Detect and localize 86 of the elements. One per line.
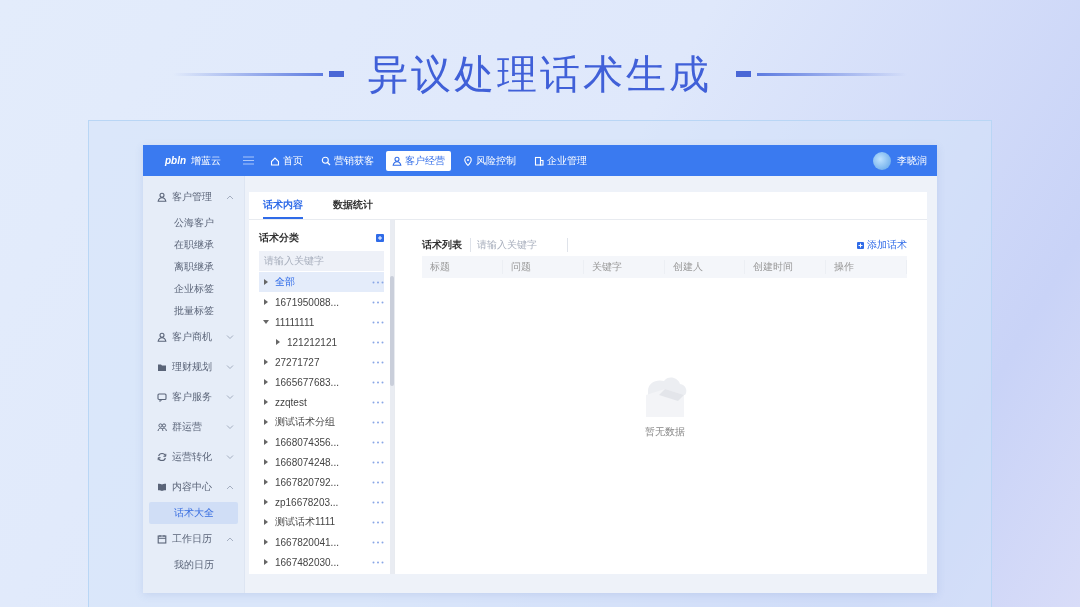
- nav-tab[interactable]: 首页: [264, 150, 310, 171]
- person-icon: [157, 192, 167, 202]
- tree-item[interactable]: 11111111: [259, 312, 384, 332]
- tree-item[interactable]: 121212121: [259, 332, 384, 352]
- tree-item[interactable]: 全部: [259, 272, 384, 292]
- sidebar-group[interactable]: 内容中心: [143, 472, 244, 502]
- search-icon: [321, 155, 332, 166]
- more-icon[interactable]: [372, 520, 384, 524]
- sidebar-group[interactable]: 客户商机: [143, 322, 244, 352]
- tree-item[interactable]: 测试话术分组: [259, 412, 384, 432]
- cycle-icon: [157, 452, 167, 462]
- nav-tab[interactable]: 企业管理: [528, 150, 594, 171]
- more-icon[interactable]: [372, 360, 384, 364]
- sidebar-item[interactable]: 离职继承: [149, 256, 238, 278]
- group-icon: [157, 422, 167, 432]
- slide-title: 异议处理话术生成: [368, 50, 712, 98]
- column-header: 操作: [826, 260, 907, 274]
- more-icon[interactable]: [372, 420, 384, 424]
- sidebar-group[interactable]: 客户服务: [143, 382, 244, 412]
- tab[interactable]: 话术内容: [263, 192, 303, 219]
- sidebar-item[interactable]: 公海客户: [149, 212, 238, 234]
- panel-title: 话术列表: [422, 238, 471, 252]
- sidebar-item[interactable]: 话术大全: [149, 502, 238, 524]
- add-icon[interactable]: [376, 234, 384, 242]
- scrollbar-thumb[interactable]: [390, 276, 394, 386]
- more-icon[interactable]: [372, 500, 384, 504]
- sidebar-group[interactable]: 理财规划: [143, 352, 244, 382]
- person-icon: [157, 332, 167, 342]
- more-icon[interactable]: [372, 340, 384, 344]
- tree-item[interactable]: 1668074248...: [259, 452, 384, 472]
- more-icon[interactable]: [372, 460, 384, 464]
- decorative-block: [736, 71, 751, 77]
- tree-item[interactable]: 1671950088...: [259, 292, 384, 312]
- column-header: 关键字: [583, 260, 665, 274]
- tree-item[interactable]: 1668074356...: [259, 432, 384, 452]
- column-header: 标题: [422, 260, 503, 274]
- calendar-icon: [157, 534, 167, 544]
- pin-icon: [463, 155, 474, 166]
- sidebar-group[interactable]: 运营转化: [143, 442, 244, 472]
- decorative-block: [329, 71, 344, 77]
- user-name: 李晓润: [897, 153, 927, 168]
- add-button[interactable]: 添加话术: [857, 238, 907, 252]
- brand-name: 增蓝云: [191, 153, 222, 168]
- more-icon[interactable]: [372, 480, 384, 484]
- more-icon[interactable]: [372, 320, 384, 324]
- avatar[interactable]: [873, 151, 891, 170]
- more-icon[interactable]: [372, 440, 384, 444]
- logo-text: pbln: [165, 155, 187, 166]
- folder-icon: [157, 362, 167, 372]
- person-icon: [392, 155, 403, 166]
- empty-text: 暂无数据: [644, 425, 685, 439]
- more-icon[interactable]: [372, 540, 384, 544]
- tree-item[interactable]: 1667820792...: [259, 472, 384, 492]
- sidebar-item[interactable]: 我的日历: [149, 554, 238, 576]
- tree-item[interactable]: 1667482030...: [259, 552, 384, 572]
- nav-tab[interactable]: 客户经营: [386, 150, 452, 171]
- tree-item[interactable]: zzqtest: [259, 392, 384, 412]
- tree-item[interactable]: zp16678203...: [259, 492, 384, 512]
- more-icon[interactable]: [372, 300, 384, 304]
- more-icon[interactable]: [372, 280, 384, 284]
- sidebar-group[interactable]: 群运营: [143, 412, 244, 442]
- nav-tab[interactable]: 风险控制: [457, 150, 523, 171]
- sidebar-item[interactable]: 批量标签: [149, 300, 238, 322]
- column-header: 问题: [502, 260, 584, 274]
- panel-title: 话术分类: [259, 231, 299, 245]
- sidebar-item[interactable]: 在职继承: [149, 234, 238, 256]
- nav-tab[interactable]: 营销获客: [315, 150, 381, 171]
- building-icon: [534, 155, 545, 166]
- menu-icon[interactable]: [243, 156, 255, 165]
- sidebar-item[interactable]: 企业标签: [149, 278, 238, 300]
- tree-item[interactable]: 1667820041...: [259, 532, 384, 552]
- book-icon: [157, 482, 167, 492]
- chat-icon: [157, 392, 167, 402]
- sidebar-group[interactable]: 工作日历: [143, 524, 244, 554]
- more-icon[interactable]: [372, 380, 384, 384]
- tree-item[interactable]: 27271727: [259, 352, 384, 372]
- tree-item[interactable]: 1665677683...: [259, 372, 384, 392]
- home-icon: [270, 155, 281, 166]
- add-icon: [857, 241, 864, 249]
- column-header: 创建人: [664, 260, 746, 274]
- column-header: 创建时间: [745, 260, 827, 274]
- sidebar-group[interactable]: 客户管理: [143, 182, 244, 212]
- more-icon[interactable]: [372, 560, 384, 564]
- tree-item[interactable]: 测试话术1111: [259, 512, 384, 532]
- tab[interactable]: 数据统计: [333, 192, 373, 219]
- more-icon[interactable]: [372, 400, 384, 404]
